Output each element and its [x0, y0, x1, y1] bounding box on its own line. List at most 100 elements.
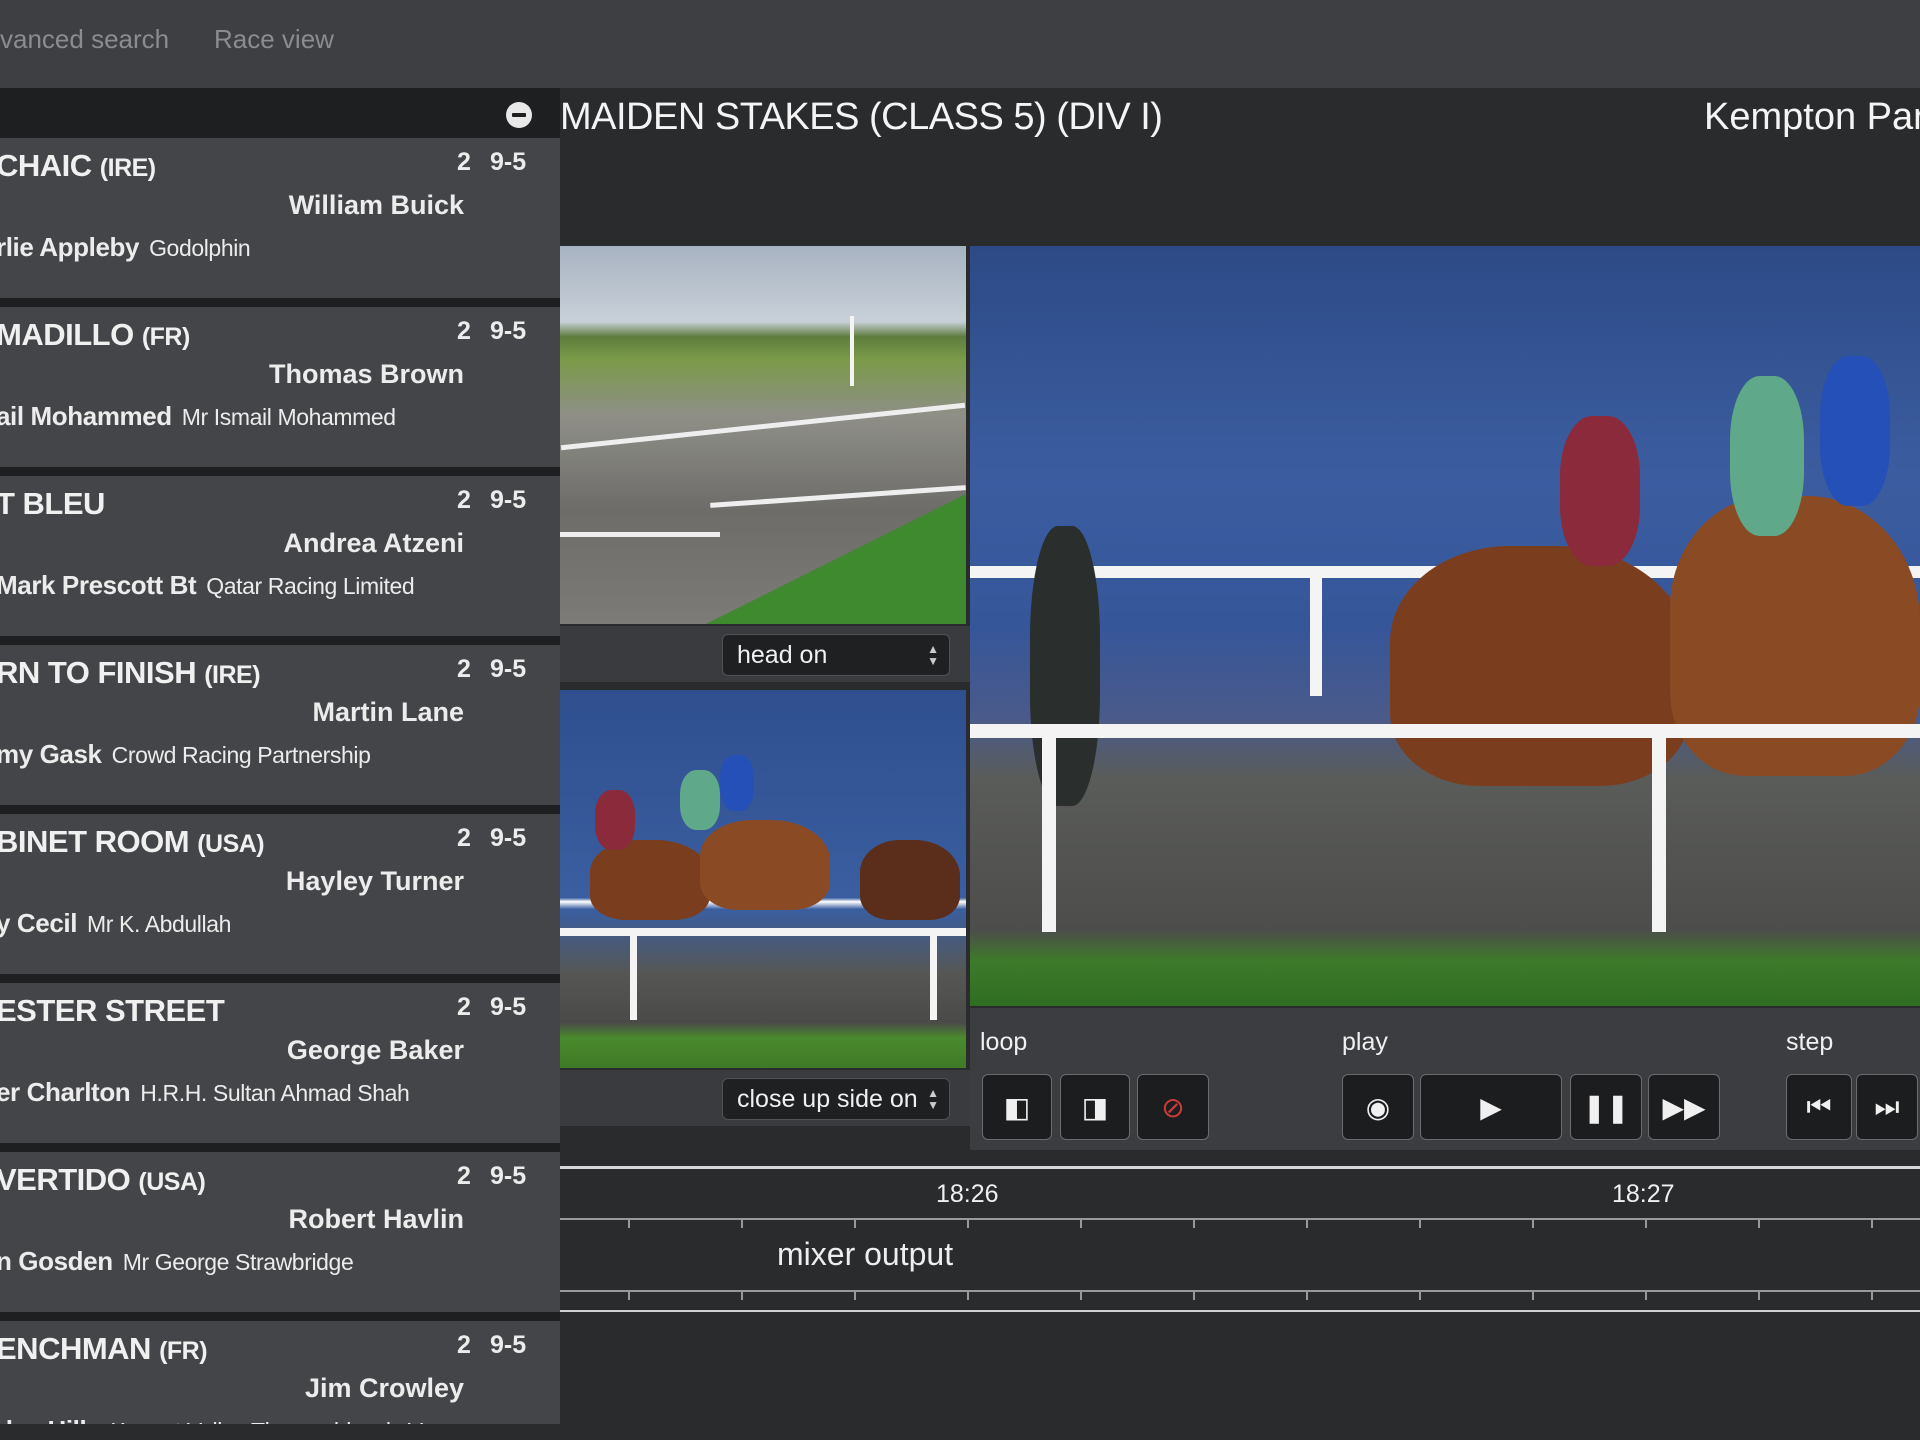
- horse-2: [700, 820, 830, 910]
- horse-name-text: ENCHMAN: [0, 1331, 151, 1366]
- back-rail-post: [1310, 576, 1322, 696]
- select-arrows-icon: ▲ ▼: [927, 642, 939, 668]
- tab-race-view[interactable]: Race view: [214, 24, 334, 55]
- jockey-name: Andrea Atzeni: [283, 528, 464, 558]
- camera-view-head-on[interactable]: [560, 246, 966, 624]
- jockey-name: Hayley Turner: [285, 866, 464, 896]
- horse-name: VERTIDO (USA): [0, 1162, 206, 1198]
- camera-mast: [850, 316, 854, 386]
- loop-end-icon: ◨: [1081, 1091, 1109, 1123]
- tab-advanced-search[interactable]: vanced search: [0, 24, 169, 55]
- runner-row[interactable]: RN TO FINISH (IRE) 2 9-5 Martin Lane my Gask…: [0, 645, 560, 805]
- horse-weight: 9-5: [490, 317, 527, 345]
- play-button[interactable]: ▶: [1420, 1074, 1562, 1140]
- horse-name: CHAIC (IRE): [0, 148, 156, 184]
- trainer-owner: ail Mohammed Mr Ismail Mohammed: [0, 401, 396, 432]
- horse-weight: 9-5: [490, 1162, 527, 1190]
- camera-select-value: close up side on: [737, 1085, 918, 1113]
- step-forward-button[interactable]: ⏭: [1856, 1074, 1918, 1140]
- owner-name: H.R.H. Sultan Ahmad Shah: [140, 1080, 410, 1106]
- horse-name-text: T BLEU: [0, 486, 105, 521]
- camera-select-head-on[interactable]: head on ▲ ▼: [722, 634, 950, 676]
- horse-name: RN TO FINISH (IRE): [0, 655, 261, 691]
- step-back-button[interactable]: ⏮: [1786, 1074, 1852, 1140]
- jockey-name: Thomas Brown: [268, 359, 464, 389]
- runner-row[interactable]: T BLEU 2 9-5 Andrea Atzeni Mark Prescott Bt…: [0, 476, 560, 636]
- horse-weight: 9-5: [490, 655, 527, 683]
- trainer-owner: y Cecil Mr K. Abdullah: [0, 908, 231, 939]
- select-arrows-icon: ▲ ▼: [927, 1086, 939, 1112]
- jockey-name: Robert Havlin: [288, 1204, 464, 1234]
- pause-icon: ❚❚: [1582, 1091, 1630, 1123]
- loop-start-button[interactable]: ◧: [982, 1074, 1052, 1140]
- horse-weight: 9-5: [490, 486, 527, 514]
- horse-age: 2: [457, 1162, 471, 1190]
- play-once-button[interactable]: ◉: [1342, 1074, 1414, 1140]
- fast-forward-icon: ▶▶: [1662, 1091, 1706, 1123]
- timeline-tick: [1532, 1292, 1534, 1300]
- runner-row[interactable]: CHAIC (IRE) 2 9-5 William Buick rlie Appleby…: [0, 138, 560, 298]
- jockey-main-3: [1820, 356, 1890, 506]
- pause-button[interactable]: ❚❚: [1570, 1074, 1642, 1140]
- trainer-name: ail Mohammed: [0, 401, 172, 431]
- mixer-output-view[interactable]: [970, 246, 1920, 1006]
- loop-start-icon: ◧: [1003, 1091, 1031, 1123]
- timeline-tick: [1645, 1220, 1647, 1228]
- timeline-bottom-line: [560, 1310, 1920, 1312]
- loop-label: loop: [980, 1028, 1028, 1056]
- timeline[interactable]: 18:26 18:27: [560, 1166, 1920, 1316]
- timeline-tick: [1532, 1220, 1534, 1228]
- trainer-name: rles Hills: [0, 1415, 101, 1424]
- jockey-name: George Baker: [286, 1035, 464, 1065]
- horse-country: (FR): [141, 323, 190, 351]
- loop-clear-button[interactable]: ⊘: [1137, 1074, 1209, 1140]
- horse-age: 2: [457, 993, 471, 1021]
- groom: [1030, 526, 1100, 806]
- runner-row[interactable]: MADILLO (FR) 2 9-5 Thomas Brown ail Mohammed…: [0, 307, 560, 467]
- timeline-tick: [628, 1220, 630, 1228]
- horse-name: ENCHMAN (FR): [0, 1331, 208, 1367]
- jockey-3: [720, 755, 754, 811]
- trainer-owner: Mark Prescott Bt Qatar Racing Limited: [0, 570, 415, 601]
- timeline-tick: [967, 1292, 969, 1300]
- timeline-tick: [1871, 1292, 1873, 1300]
- horse-country: (USA): [138, 1168, 206, 1196]
- jockey-name: William Buick: [288, 190, 464, 220]
- horse-1: [590, 840, 710, 920]
- collapse-icon[interactable]: [506, 102, 532, 128]
- camera-select-close-up[interactable]: close up side on ▲ ▼: [722, 1078, 950, 1120]
- timeline-tick: [967, 1220, 969, 1228]
- trainer-owner: n Gosden Mr George Strawbridge: [0, 1246, 354, 1277]
- runner-row[interactable]: VERTIDO (USA) 2 9-5 Robert Havlin n Gosden Mr…: [0, 1152, 560, 1312]
- loop-clear-icon: ⊘: [1161, 1091, 1185, 1123]
- timeline-tick: [854, 1292, 856, 1300]
- runner-list: CHAIC (IRE) 2 9-5 William Buick rlie Appleby…: [0, 88, 560, 1424]
- runner-row[interactable]: BINET ROOM (USA) 2 9-5 Hayley Turner y Cecil…: [0, 814, 560, 974]
- trainer-name: er Charlton: [0, 1077, 131, 1107]
- course-name: Kempton Par: [1704, 96, 1920, 138]
- rail-far: [560, 402, 966, 451]
- timeline-tick: [1080, 1220, 1082, 1228]
- jockey-main-1: [1560, 416, 1640, 566]
- runner-row[interactable]: ESTER STREET 2 9-5 George Baker er Charlton…: [0, 983, 560, 1143]
- camera-view-close-up[interactable]: [560, 690, 966, 1068]
- horse-country: (USA): [197, 830, 265, 858]
- rail-post: [630, 930, 637, 1020]
- horse-weight: 9-5: [490, 148, 527, 176]
- timeline-tick: [1306, 1292, 1308, 1300]
- runner-row[interactable]: ENCHMAN (FR) 2 9-5 Jim Crowley rles Hills Ken…: [0, 1321, 560, 1424]
- race-title: MAIDEN STAKES (CLASS 5) (DIV I): [560, 96, 1163, 138]
- horse-weight: 9-5: [490, 993, 527, 1021]
- owner-name: Kennet Valley Thoroughbreds V: [110, 1418, 423, 1424]
- horse-country: (IRE): [204, 661, 261, 689]
- fast-forward-button[interactable]: ▶▶: [1648, 1074, 1720, 1140]
- trainer-owner: rlie Appleby Godolphin: [0, 232, 251, 263]
- timeline-tick: [1193, 1220, 1195, 1228]
- timeline-tick: [1758, 1292, 1760, 1300]
- jockey-main-2: [1730, 376, 1804, 536]
- rail-post: [930, 930, 937, 1020]
- timeline-track-ruler: [560, 1290, 1920, 1292]
- loop-end-button[interactable]: ◨: [1060, 1074, 1130, 1140]
- horse-age: 2: [457, 486, 471, 514]
- rail-corner: [560, 532, 720, 537]
